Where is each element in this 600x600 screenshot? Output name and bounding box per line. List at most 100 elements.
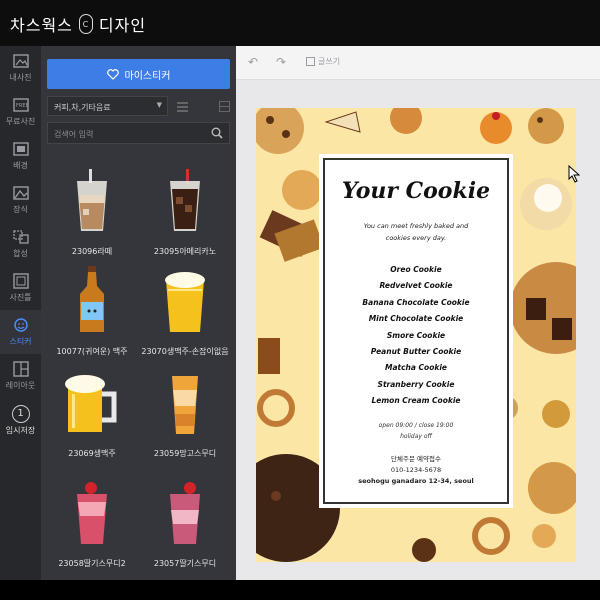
menu-item: Smore Cookie <box>386 330 446 340</box>
save-count-icon: 1 <box>11 404 30 423</box>
nav-item-background[interactable]: 배경 <box>0 134 41 178</box>
background-icon <box>12 142 29 156</box>
menu-item: Redvelvet Cookie <box>379 281 453 291</box>
sticker-item[interactable]: 23070생맥주-손잡이없음 <box>140 264 230 374</box>
contact-info[interactable]: 단체주문 예약접수 010-1234-5678 seohogu ganadaro… <box>319 454 513 487</box>
menu-item: Banana Chocolate Cookie <box>362 297 470 307</box>
nav-label: 무료사진 <box>5 117 36 126</box>
nav-label: 사진틀 <box>9 293 32 302</box>
sticker-panel: 마이스티커 커피,차,기타음료 ▼ 검색어 입력 23096라떼 23095아메… <box>41 46 292 580</box>
store-name: 단체주문 예약접수 <box>391 455 441 463</box>
nav-item-layout[interactable]: 레이아웃 <box>0 354 41 398</box>
business-hours[interactable]: open 09:00 / close 19:00 holiday off <box>319 420 513 442</box>
category-select[interactable]: 커피,차,기타음료 ▼ <box>47 96 168 116</box>
left-nav: 내사진 FREE 무료사진 배경 장식 합성 사진틀 스티커 레이아웃 1 임시… <box>0 46 41 580</box>
app-title: 차스웍스 C 디자인 <box>10 12 146 36</box>
menu-item: Mint Chocolate Cookie <box>368 314 464 324</box>
heart-icon <box>106 68 119 80</box>
beer-bottle-sticker-icon <box>62 264 122 338</box>
phone-number: 010-1234-5678 <box>390 466 442 474</box>
canvas-area: ↶ ↷ 글쓰기 Your Cookie You can meet freshly… <box>236 46 600 580</box>
list-view-icon <box>177 101 188 112</box>
sticker-item[interactable]: 23057딸기스무디 <box>140 476 230 586</box>
nav-label: 임시저장 <box>5 425 36 435</box>
menu-item: Peanut Butter Cookie <box>370 347 462 357</box>
poster-canvas[interactable]: Your Cookie You can meet freshly baked a… <box>256 108 576 562</box>
nav-item-composite[interactable]: 합성 <box>0 222 41 266</box>
sticker-label: 10077(귀여운) 맥주 <box>56 347 128 356</box>
nav-item-temp-save[interactable]: 1 임시저장 <box>0 398 41 442</box>
sticker-item[interactable]: 23095아메리카노 <box>140 164 230 274</box>
composite-icon <box>12 230 29 244</box>
sticker-icon <box>13 318 28 332</box>
menu-item: Oreo Cookie <box>390 265 442 274</box>
nav-label: 합성 <box>13 249 28 258</box>
mango-smoothie-sticker-icon <box>155 366 215 440</box>
menu-card[interactable]: Your Cookie You can meet freshly baked a… <box>319 154 513 508</box>
photo-icon <box>12 54 29 68</box>
nav-label: 레이아웃 <box>5 381 36 390</box>
write-label: 글쓰기 <box>318 57 341 66</box>
nav-label: 배경 <box>13 161 28 170</box>
title-bar: 차스웍스 C 디자인 <box>0 0 600 46</box>
menu-item: Matcha Cookie <box>384 363 448 373</box>
write-button[interactable]: 글쓰기 <box>306 56 340 67</box>
sticker-item[interactable]: 23058딸기스무디2 <box>47 476 137 586</box>
beer-mug-sticker-icon <box>62 366 122 440</box>
app-name: 차스웍스 <box>10 16 73 35</box>
sticker-label: 23058딸기스무디2 <box>58 559 126 568</box>
sticker-item[interactable]: 10077(귀여운) 맥주 <box>47 264 137 374</box>
my-sticker-label: 마이스티커 <box>124 70 171 82</box>
redo-icon[interactable]: ↷ <box>276 55 286 69</box>
menu-item: Lemon Cream Cookie <box>371 396 461 406</box>
frame-icon <box>12 273 29 289</box>
poster-subtitle[interactable]: You can meet freshly baked and cookies e… <box>333 220 499 244</box>
sticker-item[interactable]: 23059망고스무디 <box>140 366 230 476</box>
svg-text:FREE: FREE <box>16 103 29 109</box>
sticker-item[interactable]: 23069생맥주 <box>47 366 137 476</box>
sticker-item[interactable]: 23096라떼 <box>47 164 137 274</box>
subtitle-line: cookies every day. <box>385 234 447 242</box>
nav-label: 내사진 <box>9 73 32 82</box>
address: seohogu ganadaro 12-34, seoul <box>358 477 474 485</box>
sticker-label: 23096라떼 <box>71 247 113 256</box>
tile-view-toggle[interactable] <box>215 96 234 116</box>
nav-label: 스티커 <box>9 337 32 346</box>
nav-item-my-photo[interactable]: 내사진 <box>0 46 41 90</box>
text-box-icon <box>306 57 315 66</box>
sticker-label: 23057딸기스무디 <box>153 559 217 568</box>
sticker-label: 23059망고스무디 <box>153 449 217 458</box>
list-view-toggle[interactable] <box>173 96 192 116</box>
search-icon[interactable] <box>211 127 223 139</box>
chevron-down-icon: ▼ <box>156 101 162 109</box>
app-subtitle: 디자인 <box>98 16 147 35</box>
tile-view-icon <box>219 100 230 112</box>
nav-item-sticker[interactable]: 스티커 <box>0 310 41 354</box>
nav-item-free-photo[interactable]: FREE 무료사진 <box>0 90 41 134</box>
layout-icon <box>12 361 29 377</box>
mouse-cursor-icon <box>568 165 580 183</box>
poster-title[interactable]: Your Cookie <box>319 178 513 204</box>
search-input[interactable]: 검색어 입력 <box>47 122 230 144</box>
my-sticker-button[interactable]: 마이스티커 <box>47 59 230 89</box>
logo-icon: C <box>78 14 93 34</box>
search-placeholder: 검색어 입력 <box>54 130 94 139</box>
category-value: 커피,차,기타음료 <box>54 103 111 112</box>
nav-item-frame[interactable]: 사진틀 <box>0 266 41 310</box>
sticker-label: 23070생맥주-손잡이없음 <box>141 347 229 356</box>
sticker-label: 23069생맥주 <box>68 449 116 458</box>
nav-item-decoration[interactable]: 장식 <box>0 178 41 222</box>
nav-label: 장식 <box>13 205 28 214</box>
latte-sticker-icon <box>62 164 122 238</box>
strawberry-smoothie-2-sticker-icon <box>155 476 215 550</box>
hours-line: holiday off <box>400 433 432 440</box>
strawberry-smoothie-sticker-icon <box>62 476 122 550</box>
sticker-label: 23095아메리카노 <box>153 247 217 256</box>
subtitle-line: You can meet freshly baked and <box>363 222 469 230</box>
americano-sticker-icon <box>155 164 215 238</box>
cookie-menu[interactable]: Oreo Cookie Redvelvet Cookie Banana Choc… <box>319 262 513 410</box>
decoration-icon <box>12 186 29 200</box>
menu-item: Stranberry Cookie <box>377 379 455 389</box>
beer-glass-sticker-icon <box>155 264 215 338</box>
undo-icon[interactable]: ↶ <box>248 55 258 69</box>
